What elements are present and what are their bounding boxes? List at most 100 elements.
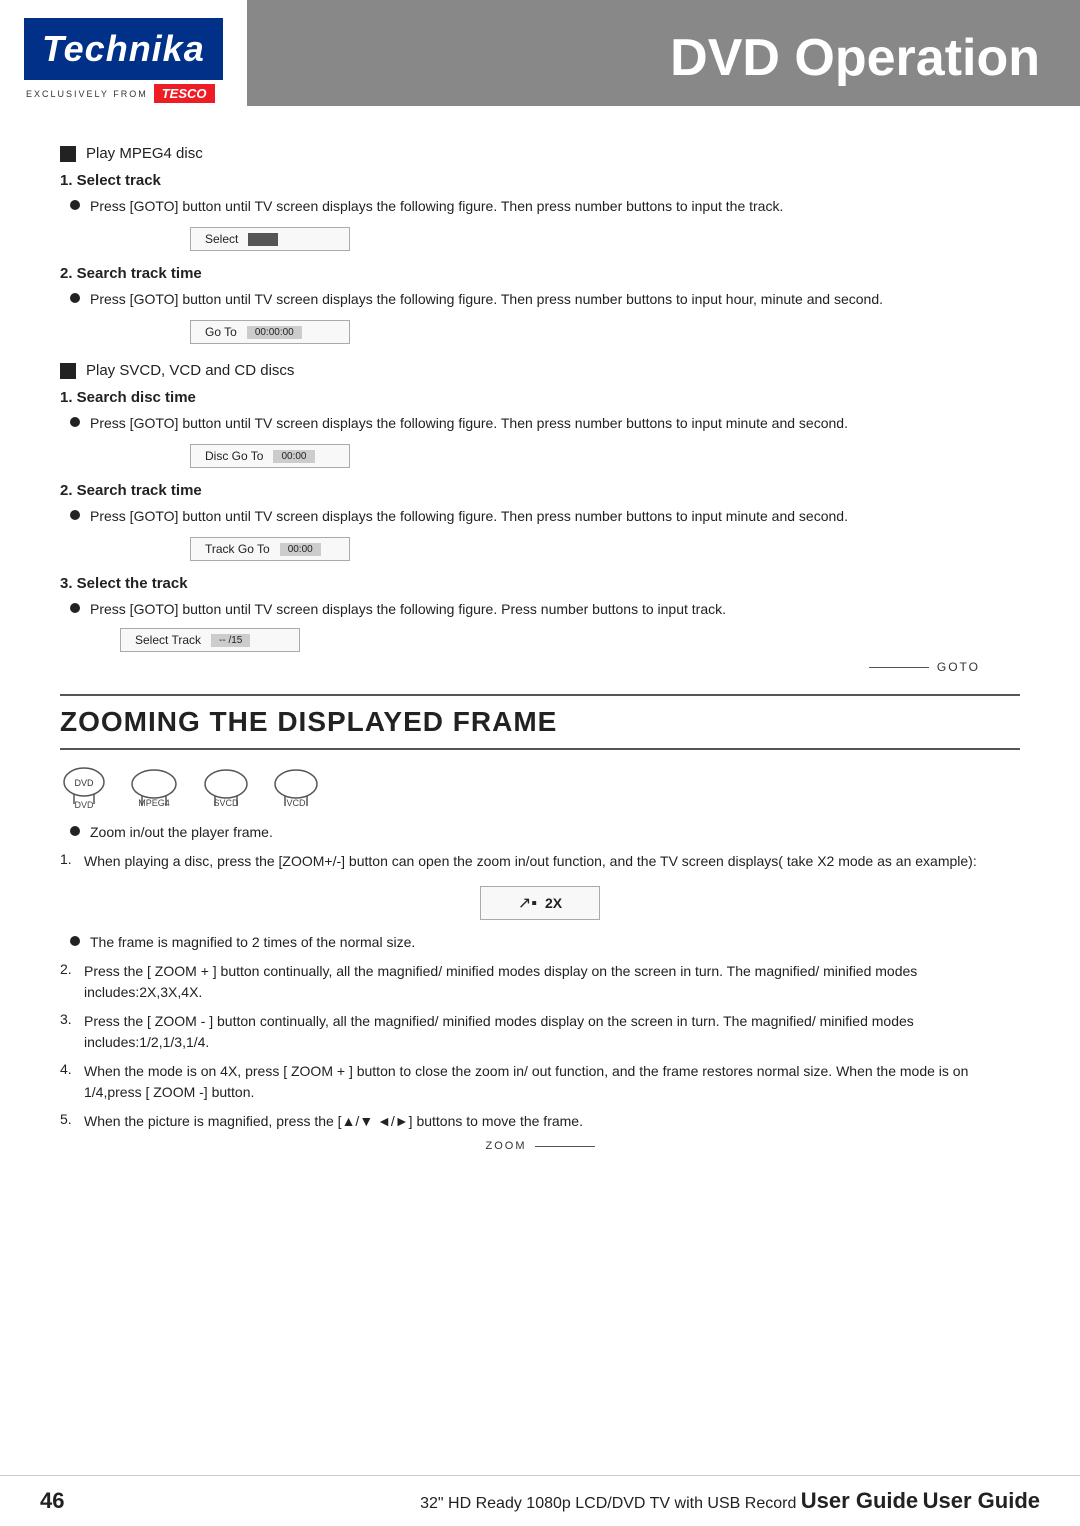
bullet-icon-5 [70, 603, 80, 613]
bullet-icon-4 [70, 510, 80, 520]
footer-user-guide-label: User Guide [923, 1488, 1040, 1513]
zoom-text-1: When playing a disc, press the [ZOOM+/-]… [84, 851, 977, 872]
track-goto-display-box: Track Go To 00:00 [190, 537, 350, 561]
search-track-time-item: 2. Search track time [60, 265, 1020, 283]
footer-user-guide: User Guide [801, 1488, 918, 1513]
search-disc-time-item: 1. Search disc time [60, 389, 1020, 407]
bullet-icon [70, 200, 80, 210]
goto-display-row: Go To 00:00:00 [60, 316, 1020, 348]
track-goto-display-row: Track Go To 00:00 [60, 533, 1020, 565]
svcd-select-track-text: Press [GOTO] button until TV screen disp… [90, 599, 726, 620]
zoom-text-5: When the picture is magnified, press the… [84, 1111, 583, 1132]
zoom-num-1: 1. [60, 851, 80, 867]
zoom-num-2: 2. [60, 961, 80, 977]
search-disc-time-title: 1. Search disc time [60, 389, 196, 406]
svcd-search-track-title: 2. Search track time [60, 482, 202, 499]
select-display-row: Select [60, 223, 1020, 255]
goto-display-label: Go To [205, 325, 237, 339]
footer: 46 32" HD Ready 1080p LCD/DVD TV with US… [0, 1475, 1080, 1526]
disc-goto-display-row: Disc Go To 00:00 [60, 440, 1020, 472]
select-display-label: Select [205, 232, 238, 246]
zoom-text-4: When the mode is on 4X, press [ ZOOM + ]… [84, 1061, 1020, 1103]
page: Technika EXCLUSIVELY FROM TESCO DVD Oper… [0, 0, 1080, 1526]
svcd-select-track-item: 3. Select the track [60, 575, 1020, 593]
zoom-arrow-icon: ↗▪ [518, 893, 537, 913]
select-track-bullet: Press [GOTO] button until TV screen disp… [70, 196, 1020, 217]
tesco-line: EXCLUSIVELY FROM TESCO [24, 84, 215, 103]
dvd-label: DVD [74, 778, 94, 788]
zoom-value: 2X [545, 895, 562, 911]
goto-display-value: 00:00:00 [247, 326, 302, 339]
zoom-note-label: ZOOM [486, 1140, 527, 1152]
vcd-disc-icon: VCD [270, 766, 322, 808]
zoom-item-4: 4. When the mode is on 4X, press [ ZOOM … [60, 1061, 1020, 1103]
vcd-icon-label: VCD [286, 798, 305, 808]
zoom-num-4: 4. [60, 1061, 80, 1077]
select-track-display-box: Select Track -- /15 [120, 628, 300, 652]
play-mpeg4-header: Play MPEG4 disc [60, 145, 1020, 162]
svcd-select-track-title: 3. Select the track [60, 575, 188, 592]
svcd-icon-label: SVCD [213, 798, 238, 808]
logo-box: Technika [24, 18, 223, 80]
goto-note: GOTO [60, 660, 980, 674]
section-square-icon [60, 146, 76, 162]
bullet-icon-3 [70, 417, 80, 427]
zoom-bullet-1: Zoom in/out the player frame. [70, 822, 1020, 843]
search-track-time-title: 2. Search track time [60, 265, 202, 282]
select-track-title: 1. Select track [60, 172, 161, 189]
zoom-item-1: 1. When playing a disc, press the [ZOOM+… [60, 851, 1020, 872]
zoom-item-3: 3. Press the [ ZOOM - ] button continual… [60, 1011, 1020, 1053]
zooming-title: ZOOMING THE DISPLAYED FRAME [60, 706, 557, 737]
title-area: DVD Operation [247, 0, 1080, 106]
zoom-item-2: 2. Press the [ ZOOM + ] button continual… [60, 961, 1020, 1003]
zoom-bullet-text: Zoom in/out the player frame. [90, 822, 273, 843]
zoom-item-5: 5. When the picture is magnified, press … [60, 1111, 1020, 1132]
zoom-note: ZOOM [60, 1140, 1020, 1152]
brand-logo: Technika [42, 28, 205, 69]
select-display-box: Select [190, 227, 350, 251]
svcd-select-track-bullet: Press [GOTO] button until TV screen disp… [70, 599, 1020, 620]
zoom-num-5: 5. [60, 1111, 80, 1127]
footer-title: 32" HD Ready 1080p LCD/DVD TV with USB R… [420, 1488, 1040, 1514]
zoom-bullet-2: The frame is magnified to 2 times of the… [70, 932, 1020, 953]
svcd-search-track-bullet: Press [GOTO] button until TV screen disp… [70, 506, 1020, 527]
select-track-text: Press [GOTO] button until TV screen disp… [90, 196, 783, 217]
section-square-icon-2 [60, 363, 76, 379]
footer-device-description: 32" HD Ready 1080p LCD/DVD TV with USB R… [420, 1495, 796, 1512]
disc-goto-value: 00:00 [273, 450, 314, 463]
disc-icons-row: DVD DVD MPEG4 SVCD [60, 764, 1020, 810]
zoom-bullet-text-2: The frame is magnified to 2 times of the… [90, 932, 415, 953]
goto-line [869, 667, 929, 668]
bullet-icon-zoom [70, 826, 80, 836]
svcd-disc-icon: SVCD [200, 766, 252, 808]
zoom-text-3: Press the [ ZOOM - ] button continually,… [84, 1011, 1020, 1053]
disc-goto-display-box: Disc Go To 00:00 [190, 444, 350, 468]
mpeg4-icon-label: MPEG4 [138, 798, 170, 808]
logo-area: Technika EXCLUSIVELY FROM TESCO [0, 0, 247, 117]
disc-goto-label: Disc Go To [205, 449, 263, 463]
search-track-time-bullet: Press [GOTO] button until TV screen disp… [70, 289, 1020, 310]
track-goto-value: 00:00 [280, 543, 321, 556]
zoom-display-box: ↗▪ 2X [480, 886, 600, 920]
zooming-header: ZOOMING THE DISPLAYED FRAME [60, 694, 1020, 750]
dvd-disc-icon: DVD DVD [60, 764, 108, 810]
bullet-icon-2 [70, 293, 80, 303]
header: Technika EXCLUSIVELY FROM TESCO DVD Oper… [0, 0, 1080, 117]
zoom-note-line [535, 1146, 595, 1147]
goto-label: GOTO [937, 660, 980, 674]
select-track-display-row: Select Track -- /15 [90, 624, 1020, 656]
zoom-display-row: ↗▪ 2X [60, 880, 1020, 926]
goto-display-box: Go To 00:00:00 [190, 320, 350, 344]
dvd-icon-label: DVD [74, 800, 93, 810]
zoom-text-2: Press the [ ZOOM + ] button continually,… [84, 961, 1020, 1003]
select-track-item: 1. Select track [60, 172, 1020, 190]
tesco-brand: TESCO [154, 84, 215, 103]
zoom-num-3: 3. [60, 1011, 80, 1027]
search-disc-time-text: Press [GOTO] button until TV screen disp… [90, 413, 848, 434]
svcd-search-track-text: Press [GOTO] button until TV screen disp… [90, 506, 848, 527]
page-title: DVD Operation [670, 28, 1040, 88]
mpeg4-disc-icon: MPEG4 [126, 766, 182, 808]
content: Play MPEG4 disc 1. Select track Press [G… [0, 117, 1080, 1475]
play-mpeg4-label: Play MPEG4 disc [86, 145, 203, 162]
bullet-icon-zoom-2 [70, 936, 80, 946]
